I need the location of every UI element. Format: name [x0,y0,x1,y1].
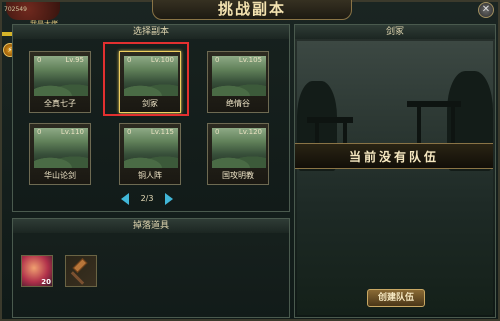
dungeon-card[interactable]: 0 Lv.95 全真七子 [29,51,91,113]
dungeon-count: 0 [215,56,220,64]
drop-count: 20 [41,278,51,286]
dungeon-count: 0 [127,128,132,136]
dungeon-level: Lv.95 [65,56,84,64]
gift-pack-icon[interactable]: 20 [21,255,53,287]
dungeon-scene-image [297,41,493,315]
dungeon-card[interactable]: 0 Lv.110 华山论剑 [29,123,91,185]
dungeon-name: 国攻明教 [222,171,254,180]
team-status-banner: 当前没有队伍 [295,143,493,169]
dungeon-select-header: 选择副本 [13,25,289,39]
dungeon-name: 全真七子 [44,99,76,108]
next-page-icon[interactable] [165,193,173,205]
dungeon-card[interactable]: 0 Lv.120 国攻明教 [207,123,269,185]
close-icon[interactable]: ✕ [478,2,494,18]
dungeon-name: 绝情谷 [226,99,250,108]
dungeon-count: 0 [37,56,42,64]
dungeon-level: Lv.110 [60,128,84,136]
dungeon-count: 0 [215,128,220,136]
drops-panel: 掉落道具 20 [12,218,290,318]
dungeon-level: Lv.120 [238,128,262,136]
dungeon-level: Lv.115 [150,128,174,136]
dungeon-card[interactable]: 0 Lv.105 绝情谷 [207,51,269,113]
dungeon-level: Lv.105 [238,56,262,64]
window-title-bar: 挑战副本 [152,0,352,20]
hammer-icon[interactable] [65,255,97,287]
dungeon-detail-panel: 剑冢 当前没有队伍 创建队伍 [294,24,496,318]
dungeon-card[interactable]: 0 Lv.115 铜人阵 [119,123,181,185]
dungeon-window: 702549 我是大佬 + ⚡ 挑战副本 ✕ 选择副本 0 Lv.95 全真七子… [0,0,500,321]
dungeon-name: 华山论剑 [44,171,76,180]
power-value: 702549 [4,6,27,13]
selection-highlight [103,42,189,116]
dungeon-name: 铜人阵 [138,171,162,180]
window-title: 挑战副本 [217,0,286,18]
create-team-button[interactable]: 创建队伍 [367,289,425,307]
pager: 2/3 [117,193,177,207]
detail-header: 剑冢 [295,25,495,39]
drops-header: 掉落道具 [13,219,289,233]
dungeon-count: 0 [37,128,42,136]
